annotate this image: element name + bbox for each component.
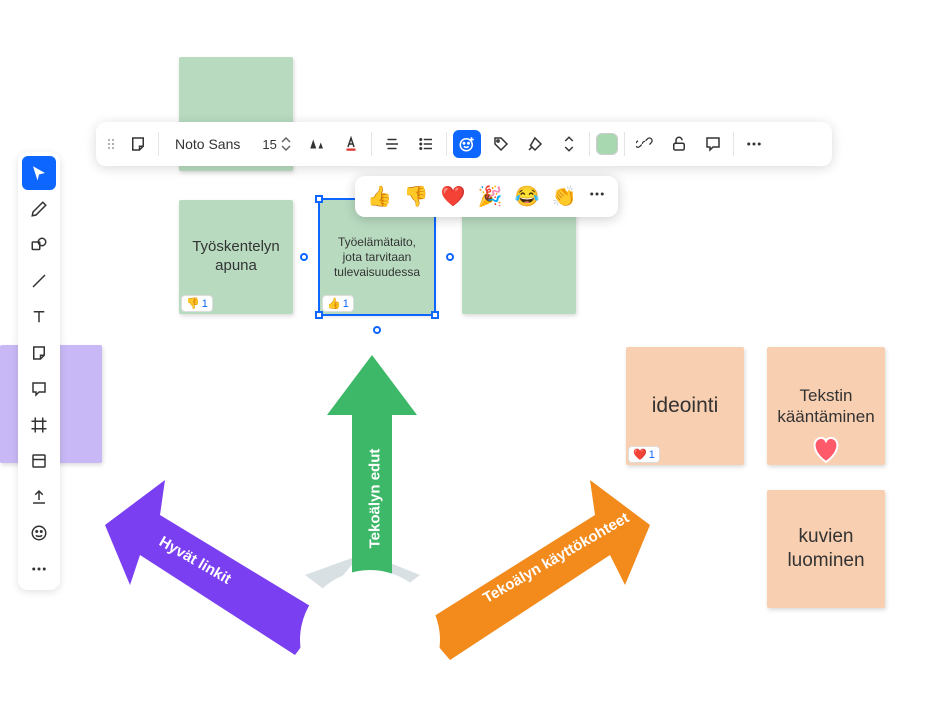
font-size-selector[interactable]: 15 [256,137,296,152]
emoji-clap[interactable]: 👏 [552,184,577,209]
selection-handle[interactable] [315,311,323,319]
note-text: Työskentelyn apuna [187,238,285,276]
frame-tool[interactable] [22,408,56,442]
reaction-count: 1 [343,298,349,310]
sticky-note-tool[interactable] [22,336,56,370]
reaction-count: 1 [649,449,655,461]
list-icon[interactable] [412,130,440,158]
reaction-badge[interactable]: ❤️ 1 [628,446,660,463]
emoji-tool[interactable] [22,516,56,550]
text-color-icon[interactable] [337,130,365,158]
font-size-value: 15 [262,137,276,152]
note-icon[interactable] [124,130,152,158]
connection-handle[interactable] [373,326,381,334]
sticky-note-selected[interactable]: Työelämätaito, jota tarvitaan tulevaisuu… [320,200,434,314]
diagram-center [300,570,440,710]
comment-tool[interactable] [22,372,56,406]
note-text: Työelämätaito, jota tarvitaan tulevaisuu… [328,235,426,280]
select-tool[interactable] [22,156,56,190]
connection-handle[interactable] [446,253,454,261]
emoji-thumbs-down[interactable]: 👎 [404,184,429,209]
selection-handle[interactable] [431,311,439,319]
thumbs-up-icon: 👍 [327,297,341,310]
comment-icon[interactable] [699,130,727,158]
sticky-note[interactable]: kuvien luominen [767,490,885,608]
heart-sticker[interactable] [810,434,842,471]
emoji-heart[interactable]: ❤️ [441,184,466,209]
heart-icon: ❤️ [633,448,647,461]
drag-handle[interactable] [104,139,118,149]
connection-handle[interactable] [300,253,308,261]
shape-tool[interactable] [22,228,56,262]
highlight-icon[interactable] [521,130,549,158]
emoji-thumbs-up[interactable]: 👍 [367,184,392,209]
more-options[interactable] [740,130,768,158]
separator [733,132,734,156]
text-size-icon[interactable] [303,130,331,158]
pen-tool[interactable] [22,192,56,226]
separator [158,132,159,156]
sticky-note[interactable]: Tekstin kääntäminen [767,347,885,465]
arrow-label: Tekoälyn edut [367,444,384,554]
separator [446,132,447,156]
selection-handle[interactable] [315,195,323,203]
emoji-laugh[interactable]: 😂 [515,184,540,209]
sticky-note[interactable]: Työskentelyn apuna 👎 1 [179,200,293,314]
reaction-picker: 👍 👎 ❤️ 🎉 😂 👏 [355,176,618,217]
font-family-selector[interactable]: Noto Sans [165,136,250,152]
text-tool[interactable] [22,300,56,334]
order-icon[interactable] [555,130,583,158]
lock-icon[interactable] [665,130,693,158]
left-toolbar [18,152,60,590]
align-icon[interactable] [378,130,406,158]
context-toolbar: Noto Sans 15 [96,122,832,166]
more-emojis[interactable] [588,185,606,208]
fill-color-swatch[interactable] [596,133,618,155]
tag-icon[interactable] [487,130,515,158]
font-size-stepper[interactable] [281,137,291,151]
note-text: ideointi [652,393,719,419]
reaction-badge[interactable]: 👎 1 [181,295,213,312]
reaction-count: 1 [202,298,208,310]
line-tool[interactable] [22,264,56,298]
separator [371,132,372,156]
thumbs-down-icon: 👎 [186,297,200,310]
emoji-party[interactable]: 🎉 [478,184,503,209]
link-icon[interactable] [631,130,659,158]
note-text: Tekstin kääntäminen [775,385,877,428]
add-reaction-button[interactable] [453,130,481,158]
separator [589,132,590,156]
template-tool[interactable] [22,444,56,478]
sticky-note[interactable] [462,200,576,314]
separator [624,132,625,156]
more-tools[interactable] [22,552,56,586]
note-text: kuvien luominen [775,525,877,573]
upload-tool[interactable] [22,480,56,514]
reaction-badge[interactable]: 👍 1 [322,295,354,312]
sticky-note[interactable]: ideointi ❤️ 1 [626,347,744,465]
